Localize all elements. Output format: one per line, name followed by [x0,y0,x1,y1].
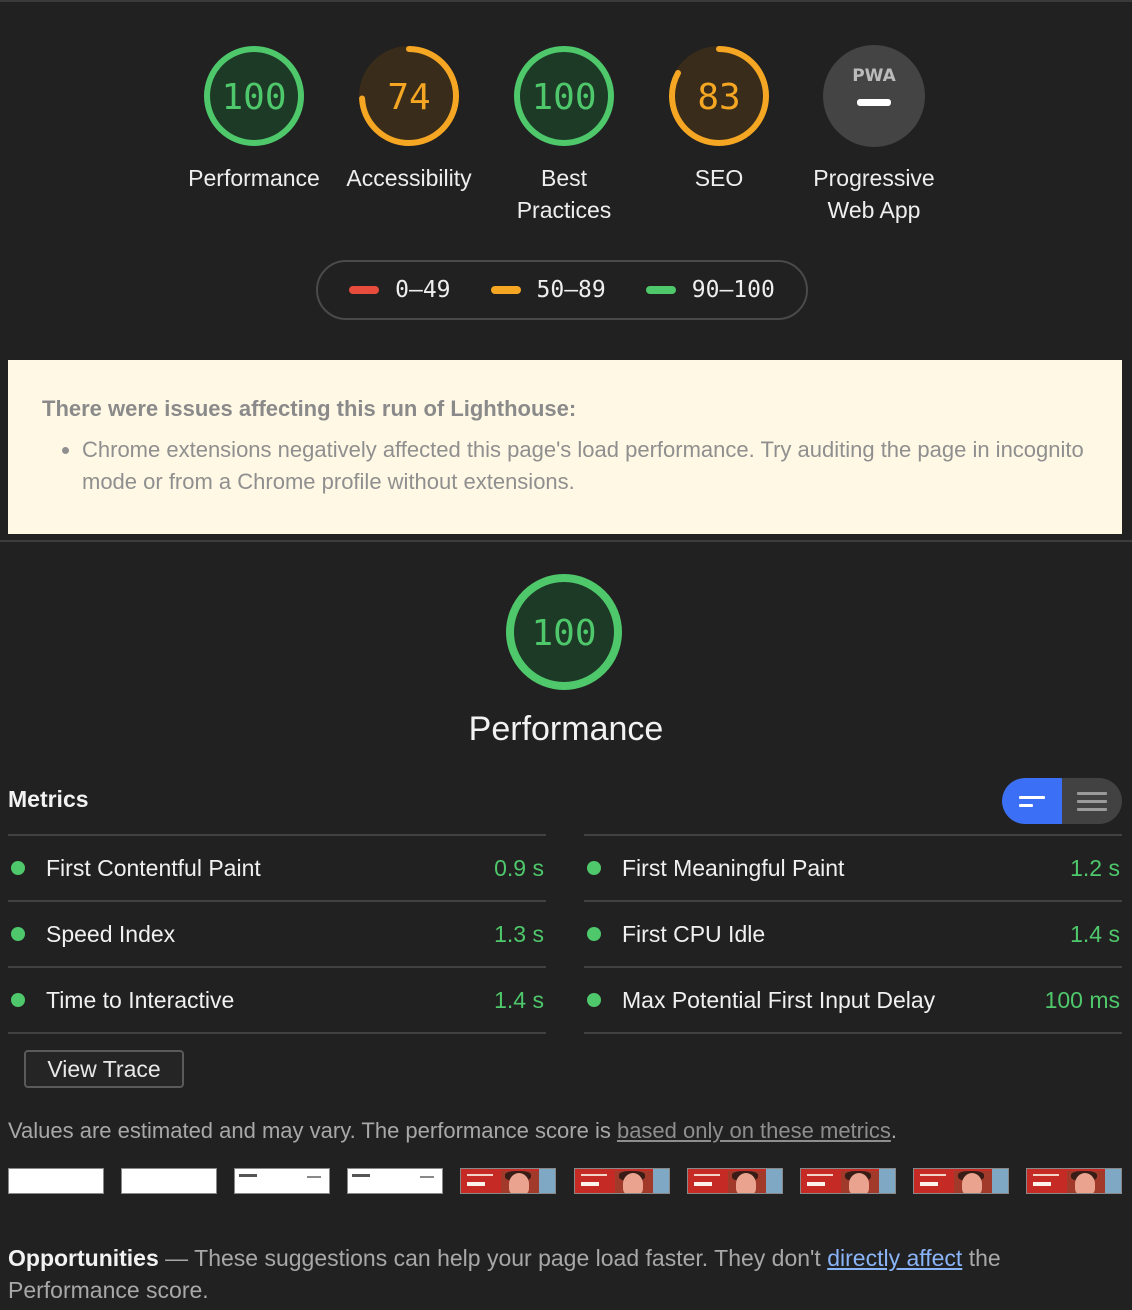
pwa-badge-icon: PWA [852,66,896,86]
warning-item: Chrome extensions negatively affected th… [82,434,1088,498]
metric-value: 1.4 s [1070,920,1120,947]
metric-name: First Contentful Paint [46,854,261,881]
filmstrip-frame [1025,1168,1122,1194]
top-border [0,0,1132,2]
metric-name: Max Potential First Input Delay [622,986,936,1013]
gauge-4[interactable]: PWA Progressive Web App [794,44,954,226]
gauge-0[interactable]: 100 Performance [174,44,334,194]
filmstrip-frame [912,1168,1009,1194]
expanded-view-icon-line [1077,807,1107,811]
filmstrip [8,1168,1122,1196]
opportunities-text: These suggestions can help your page loa… [194,1245,828,1271]
pass-indicator-icon [587,927,601,941]
runtime-warning: There were issues affecting this run of … [8,360,1122,534]
gauge-ring: 83 [669,46,769,146]
metrics-column-left: First Contentful Paint 0.9 s Speed Index 1.… [8,834,546,1034]
performance-gauge-ring: 100 [506,574,622,690]
pass-swatch [645,286,676,294]
gauge-score: 74 [387,77,430,118]
pass-indicator-icon [587,993,601,1007]
filmstrip-frame [8,1168,104,1194]
estimate-text: Values are estimated and may vary. The p… [8,1118,617,1143]
metric-row: Speed Index 1.3 s [8,900,546,966]
opportunities-description: Opportunities — These suggestions can he… [8,1242,1108,1306]
metric-row: First Contentful Paint 0.9 s [8,834,546,900]
gauge-1[interactable]: 74 Accessibility [329,44,489,194]
metric-name: Speed Index [46,920,176,947]
metrics-heading: Metrics [8,786,89,812]
pass-indicator-icon [11,927,25,941]
gauge-label: SEO [694,165,744,191]
gauge-3[interactable]: 83 SEO [639,44,799,194]
metric-name: Time to Interactive [46,986,235,1013]
metric-name: First Meaningful Paint [622,854,845,881]
metric-value: 100 ms [1044,986,1120,1013]
directly-affect-link[interactable]: directly affect [827,1245,962,1271]
gauge-score: 83 [697,77,740,118]
metric-row: First CPU Idle 1.4 s [584,900,1122,966]
estimate-end: . [890,1118,898,1143]
filmstrip-frame [573,1168,670,1194]
section-divider [0,540,1132,542]
filmstrip-frame [234,1168,331,1194]
filmstrip-frame [799,1168,896,1194]
gauge-ring: 100 [514,46,614,146]
gauge-label: Best Practices [516,165,612,223]
average-swatch [490,286,521,294]
gauge-2[interactable]: 100 Best Practices [484,44,644,226]
expanded-view-icon-line [1077,799,1107,803]
legend-fail: 0–49 [349,277,451,303]
compact-view-button[interactable] [1002,778,1062,824]
gauge-ring: 74 [359,46,459,146]
view-trace-button[interactable]: View Trace [24,1050,184,1088]
performance-gauge: 100 [504,572,624,697]
metric-row: Max Potential First Input Delay 100 ms [584,966,1122,1034]
legend-fail-label: 0–49 [395,277,451,303]
compact-view-icon-line [1019,803,1033,807]
gauge-score: 100 [531,77,596,118]
expanded-view-icon [1077,791,1107,795]
gauge-label: Performance [188,165,320,191]
fail-swatch [349,286,380,294]
warning-title: There were issues affecting this run of … [42,396,577,421]
legend-average: 50–89 [490,277,606,303]
pass-indicator-icon [587,861,601,875]
gauge-ring: PWA [823,45,925,147]
pass-indicator-icon [11,861,25,875]
estimate-note: Values are estimated and may vary. The p… [8,1118,897,1144]
filmstrip-frame [460,1168,557,1194]
metric-value: 1.4 s [494,986,544,1013]
filmstrip-frame [686,1168,783,1194]
score-legend: 0–49 50–89 90–100 [316,260,808,320]
filmstrip-frame [121,1168,218,1194]
gauge-ring: 100 [204,46,304,146]
metric-name: First CPU Idle [622,920,766,947]
legend-pass: 90–100 [645,277,775,303]
performance-title: Performance [468,710,664,748]
legend-average-label: 50–89 [536,277,606,303]
metrics-column-right: First Meaningful Paint 1.2 s First CPU Idl… [584,834,1122,1034]
filmstrip-frame [347,1168,444,1194]
pass-indicator-icon [11,993,25,1007]
metric-value: 1.2 s [1070,854,1120,881]
gauge-label: Accessibility [346,165,472,191]
performance-score: 100 [531,613,596,654]
metrics-view-toggle[interactable] [1002,778,1122,824]
legend-pass-label: 90–100 [691,277,775,303]
compact-view-icon [1019,795,1045,799]
opportunities-title: Opportunities [8,1245,159,1271]
metric-row: Time to Interactive 1.4 s [8,966,546,1034]
metrics-link[interactable]: based only on these metrics [617,1118,891,1143]
expanded-view-button[interactable] [1062,778,1122,824]
metric-value: 1.3 s [494,920,544,947]
opportunities-dash: — [158,1245,195,1271]
gauge-label: Progressive Web App [813,165,935,223]
warning-list: Chrome extensions negatively affected th… [42,434,1088,498]
metric-value: 0.9 s [494,854,544,881]
metric-row: First Meaningful Paint 1.2 s [584,834,1122,900]
gauge-score: 100 [221,77,286,118]
